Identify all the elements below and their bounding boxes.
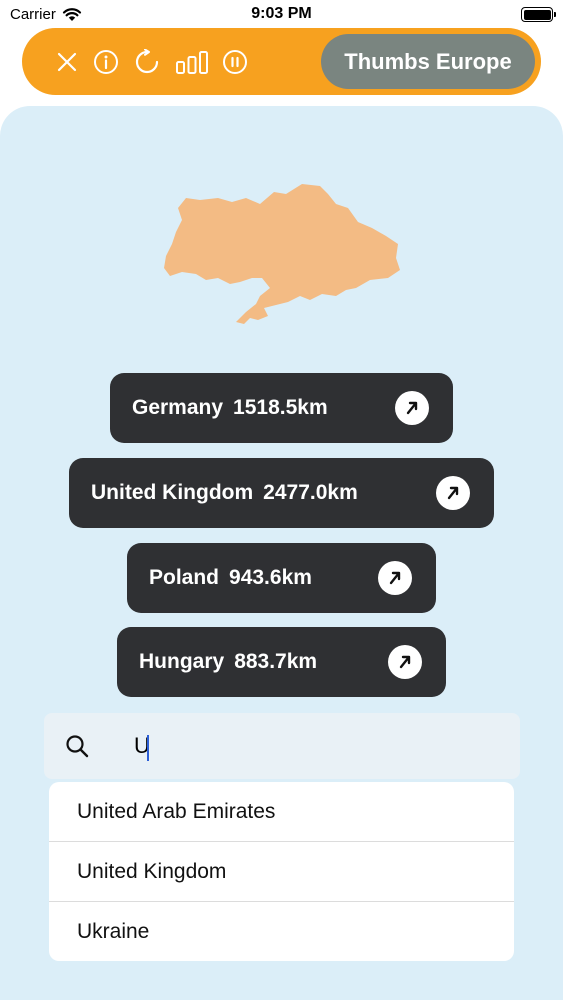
text-cursor: [147, 735, 149, 761]
country-silhouette: [164, 184, 400, 324]
direction-arrow-icon: [395, 391, 429, 425]
restart-icon[interactable]: [134, 49, 160, 75]
guess-country: Poland: [149, 566, 220, 589]
guess-distance: 2477.0km: [263, 481, 358, 504]
close-icon[interactable]: [54, 49, 80, 75]
battery-icon: [521, 7, 556, 22]
clock: 9:03 PM: [251, 5, 312, 22]
suggestion-item[interactable]: United Arab Emirates: [49, 782, 514, 842]
game-toolbar: Thumbs Europe: [22, 28, 541, 95]
guess-row: Germany 1518.5km: [110, 373, 453, 443]
country-search-box[interactable]: [44, 713, 520, 779]
guess-row: Poland 943.6km: [127, 543, 436, 613]
country-search-input[interactable]: [130, 725, 500, 767]
direction-arrow-icon: [388, 645, 422, 679]
info-icon[interactable]: [93, 49, 119, 75]
direction-arrow-icon: [436, 476, 470, 510]
direction-arrow-icon: [378, 561, 412, 595]
guess-distance: 883.7km: [234, 650, 318, 673]
guess-country: United Kingdom: [91, 481, 254, 504]
guess-distance: 1518.5km: [233, 396, 328, 419]
game-mode-button[interactable]: Thumbs Europe: [321, 34, 535, 89]
guess-row: United Kingdom 2477.0km: [69, 458, 494, 528]
status-bar: Carrier 9:03 PM: [0, 0, 563, 30]
guess-distance: 943.6km: [229, 566, 312, 589]
guess-country: Hungary: [139, 650, 225, 673]
guess-row: Hungary 883.7km: [117, 627, 446, 697]
suggestion-item[interactable]: Ukraine: [49, 902, 514, 961]
game-title: Thumbs Europe: [344, 48, 512, 74]
guess-country: Germany: [132, 396, 224, 419]
search-icon: [66, 735, 89, 758]
stats-icon[interactable]: [176, 49, 208, 75]
suggestion-list: United Arab Emirates United Kingdom Ukra…: [49, 782, 514, 961]
pause-icon[interactable]: [222, 49, 248, 75]
suggestion-item[interactable]: United Kingdom: [49, 842, 514, 902]
